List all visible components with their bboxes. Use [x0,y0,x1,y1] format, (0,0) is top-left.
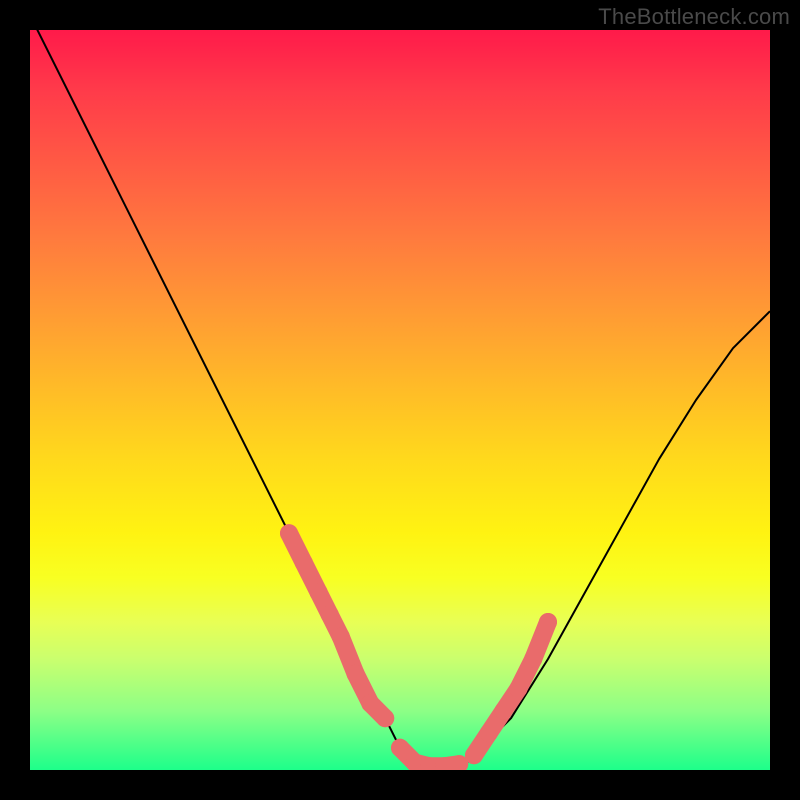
watermark-text: TheBottleneck.com [598,4,790,30]
plot-frame [0,0,800,800]
